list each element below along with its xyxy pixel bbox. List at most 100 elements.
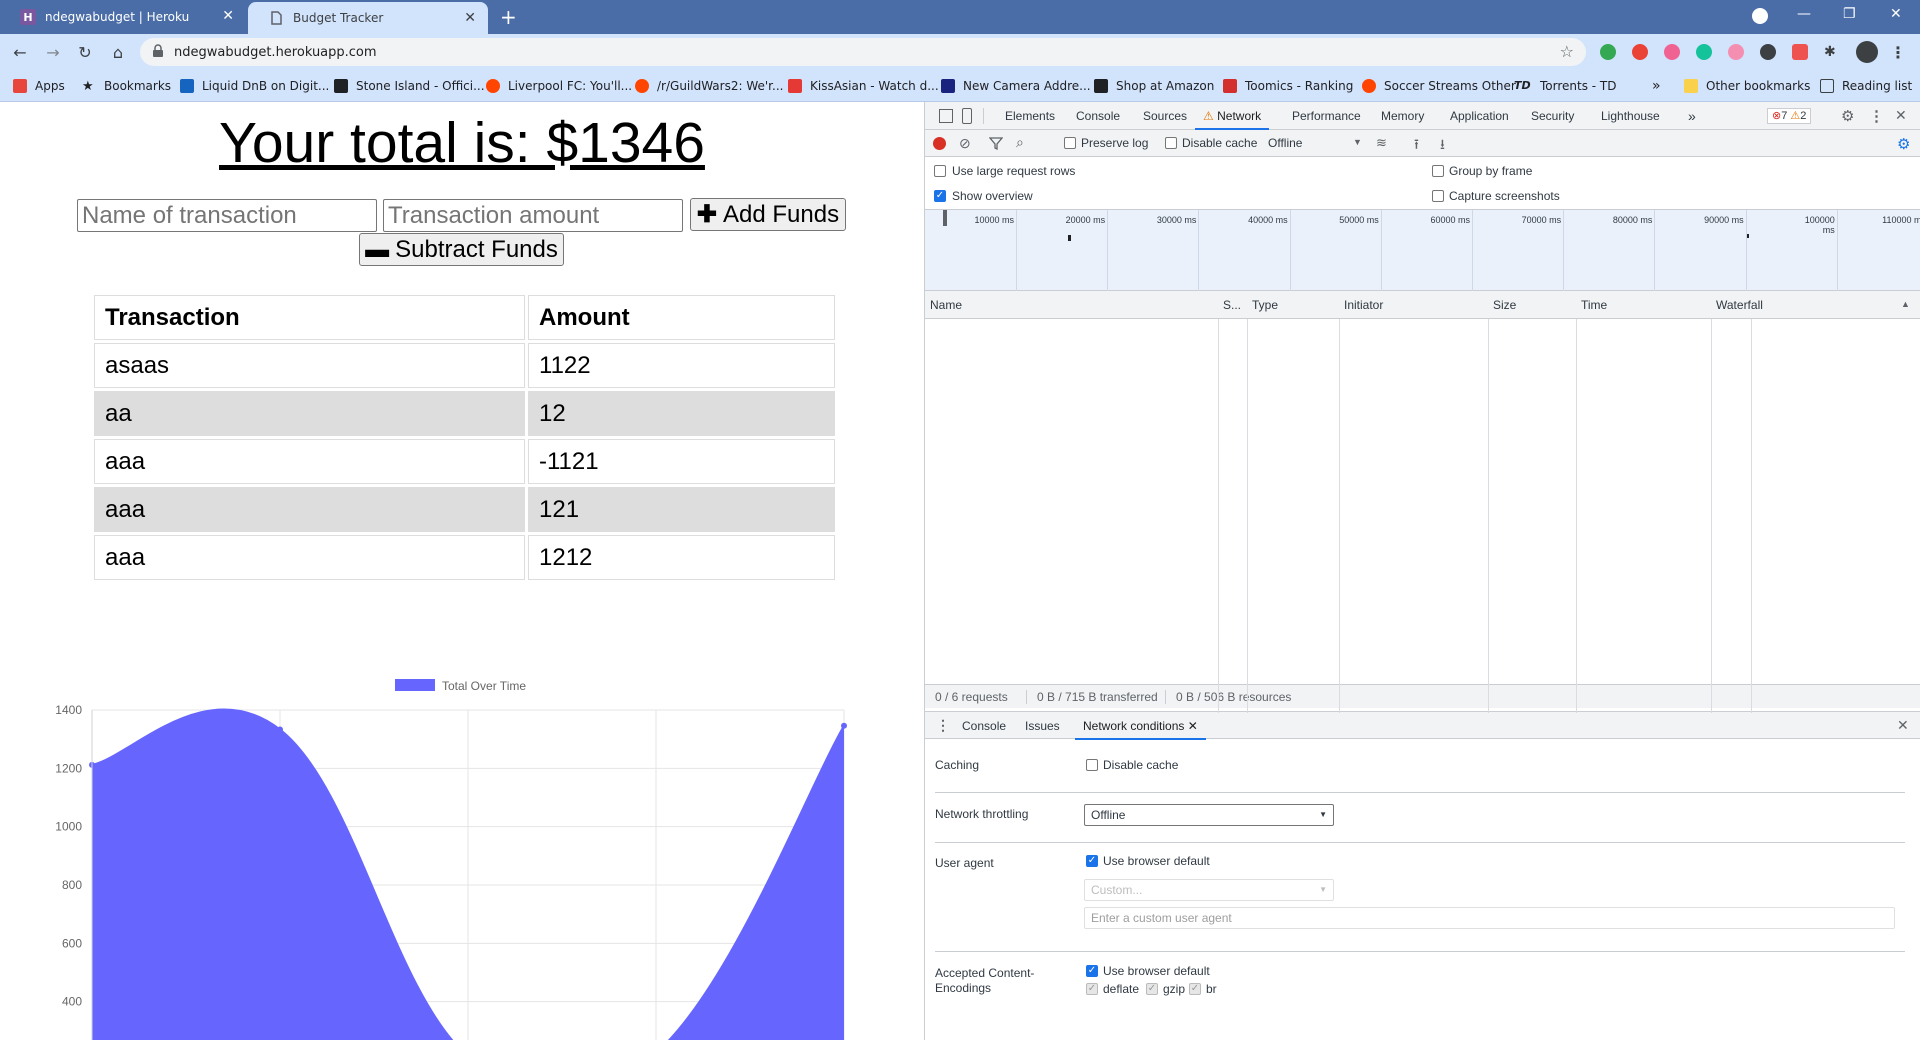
add-funds-button[interactable]: ✚ Add Funds [690, 198, 846, 231]
bookmark-soccer-streams[interactable]: Soccer Streams Other [1362, 78, 1516, 94]
forward-button[interactable]: → [43, 42, 63, 62]
new-tab-button[interactable]: + [500, 5, 517, 29]
browser-menu-icon[interactable]: ⋮ [1888, 42, 1908, 62]
column-status[interactable]: S... [1218, 291, 1241, 319]
network-conditions-wifi-icon[interactable]: ≋ [1376, 135, 1387, 151]
bookmarks-overflow-button[interactable]: » [1652, 78, 1661, 94]
bookmark-guildwars2[interactable]: /r/GuildWars2: We'r... [635, 78, 783, 94]
transaction-name-input[interactable] [77, 199, 377, 232]
adblock-plus-icon[interactable] [1664, 44, 1680, 60]
close-tab-icon[interactable]: ✕ [1188, 719, 1198, 733]
reading-list[interactable]: Reading list [1820, 78, 1912, 94]
gzip-checkbox[interactable]: ✓ [1146, 983, 1158, 995]
conditions-disable-cache-checkbox[interactable] [1086, 759, 1098, 771]
preserve-log-checkbox[interactable] [1064, 137, 1076, 149]
bookmark-toomics[interactable]: Toomics - Ranking [1223, 78, 1353, 94]
br-checkbox[interactable]: ✓ [1189, 983, 1201, 995]
devtools-tab-elements[interactable]: Elements [1005, 102, 1055, 130]
extension-red-icon[interactable] [1792, 44, 1808, 60]
tab-budget-tracker[interactable]: Budget Tracker ✕ [248, 2, 488, 34]
ua-custom-input[interactable]: Enter a custom user agent [1084, 907, 1895, 929]
grammarly-icon[interactable] [1696, 44, 1712, 60]
drawer-tab-network-conditions[interactable]: Network conditions ✕ [1075, 712, 1206, 740]
encodings-default-checkbox[interactable]: ✓ [1086, 965, 1098, 977]
more-tabs-button[interactable]: » [1688, 102, 1696, 130]
minimize-button[interactable]: — [1797, 6, 1811, 22]
home-button[interactable]: ⌂ [108, 42, 128, 62]
bookmark-new-camera[interactable]: New Camera Addre... [941, 78, 1091, 94]
network-settings-gear-icon[interactable]: ⚙ [1897, 135, 1910, 153]
filter-icon[interactable] [989, 136, 1003, 150]
extension-pink-icon[interactable] [1728, 44, 1744, 60]
bookmark-liquid-dnb[interactable]: Liquid DnB on Digit... [180, 78, 329, 94]
devtools-tab-lighthouse[interactable]: Lighthouse [1601, 102, 1660, 130]
group-by-frame-checkbox[interactable] [1432, 165, 1444, 177]
devtools-tab-console[interactable]: Console [1076, 102, 1120, 130]
transaction-amount-input[interactable] [383, 199, 683, 232]
throttling-select[interactable]: Offline [1268, 136, 1302, 150]
drawer-tab-issues[interactable]: Issues [1025, 712, 1060, 740]
network-overview-timeline[interactable]: 10000 ms 20000 ms 30000 ms 40000 ms 50000 ms… [925, 209, 1920, 292]
bookmark-kissasian[interactable]: KissAsian - Watch d... [788, 78, 939, 94]
column-name[interactable]: Name [925, 291, 962, 319]
export-har-icon[interactable]: ⭳ [1440, 134, 1445, 158]
close-window-button[interactable]: ✕ [1890, 6, 1902, 22]
bookmark-bookmarks[interactable]: ★ Bookmarks [82, 78, 171, 94]
record-icon[interactable] [933, 137, 946, 150]
bookmark-torrents[interactable]: TD Torrents - TD [1514, 78, 1617, 94]
bookmark-amazon[interactable]: Shop at Amazon [1094, 78, 1214, 94]
device-toolbar-icon[interactable] [962, 108, 972, 124]
deflate-checkbox[interactable]: ✓ [1086, 983, 1098, 995]
customize-menu-icon[interactable]: ⋮ [1869, 107, 1884, 125]
close-devtools-icon[interactable]: ✕ [1895, 107, 1907, 124]
inspect-element-icon[interactable] [939, 109, 953, 123]
chevron-down-icon[interactable]: ▼ [1353, 137, 1362, 147]
extension-dark-icon[interactable] [1760, 44, 1776, 60]
ua-custom-select[interactable]: Custom... ▼ [1084, 879, 1334, 901]
disable-cache-checkbox[interactable] [1165, 137, 1177, 149]
ua-default-checkbox[interactable]: ✓ [1086, 855, 1098, 867]
drawer-menu-icon[interactable]: ⋮ [936, 717, 950, 734]
throttling-dropdown[interactable]: Offline ▼ [1084, 804, 1334, 826]
subtract-funds-button[interactable]: ▬ Subtract Funds [359, 233, 564, 266]
restore-button[interactable]: ❐ [1843, 6, 1856, 22]
settings-gear-icon[interactable]: ⚙ [1841, 107, 1854, 125]
address-bar[interactable]: ndegwabudget.herokuapp.com ☆ [140, 38, 1586, 66]
avatar[interactable] [1856, 41, 1878, 63]
capture-screenshots-checkbox[interactable] [1432, 190, 1444, 202]
issues-counter[interactable]: ⊗7 ⚠2 [1767, 108, 1812, 124]
clear-icon[interactable]: ⊘ [959, 135, 971, 152]
tab-heroku[interactable]: H ndegwabudget | Heroku ✕ [0, 0, 246, 34]
devtools-tab-application[interactable]: Application [1450, 102, 1509, 130]
sort-ascending-icon[interactable]: ▲ [1901, 299, 1910, 309]
drawer-tab-console[interactable]: Console [962, 712, 1006, 740]
large-rows-checkbox[interactable] [934, 165, 946, 177]
column-waterfall[interactable]: Waterfall [1711, 291, 1763, 319]
bookmark-apps[interactable]: Apps [13, 78, 65, 94]
close-tab-icon[interactable]: ✕ [222, 8, 234, 24]
devtools-tab-memory[interactable]: Memory [1381, 102, 1424, 130]
devtools-tab-network[interactable]: ⚠ Network [1195, 102, 1270, 130]
profile-menu-icon[interactable] [1752, 8, 1768, 24]
lock-icon[interactable] [152, 44, 164, 58]
import-har-icon[interactable]: ⭱ [1414, 134, 1419, 158]
close-drawer-icon[interactable]: ✕ [1897, 717, 1909, 734]
column-time[interactable]: Time [1576, 291, 1607, 319]
devtools-tab-sources[interactable]: Sources [1143, 102, 1187, 130]
column-initiator[interactable]: Initiator [1339, 291, 1383, 319]
devtools-tab-performance[interactable]: Performance [1292, 102, 1361, 130]
bookmark-star-icon[interactable]: ☆ [1560, 42, 1574, 61]
column-type[interactable]: Type [1247, 291, 1278, 319]
bookmark-stone-island[interactable]: Stone Island - Offici... [334, 78, 485, 94]
show-overview-checkbox[interactable]: ✓ [934, 190, 946, 202]
extensions-puzzle-icon[interactable]: ✱ [1824, 44, 1840, 60]
bookmark-liverpool[interactable]: Liverpool FC: You'll... [486, 78, 632, 94]
extension-b-icon[interactable] [1600, 44, 1616, 60]
column-size[interactable]: Size [1488, 291, 1516, 319]
search-icon[interactable]: ⌕ [1016, 134, 1024, 151]
close-tab-icon[interactable]: ✕ [464, 10, 476, 26]
back-button[interactable]: ← [10, 42, 30, 62]
extension-shield-icon[interactable] [1632, 44, 1648, 60]
other-bookmarks[interactable]: Other bookmarks [1684, 78, 1810, 94]
overview-handle[interactable] [943, 210, 947, 226]
